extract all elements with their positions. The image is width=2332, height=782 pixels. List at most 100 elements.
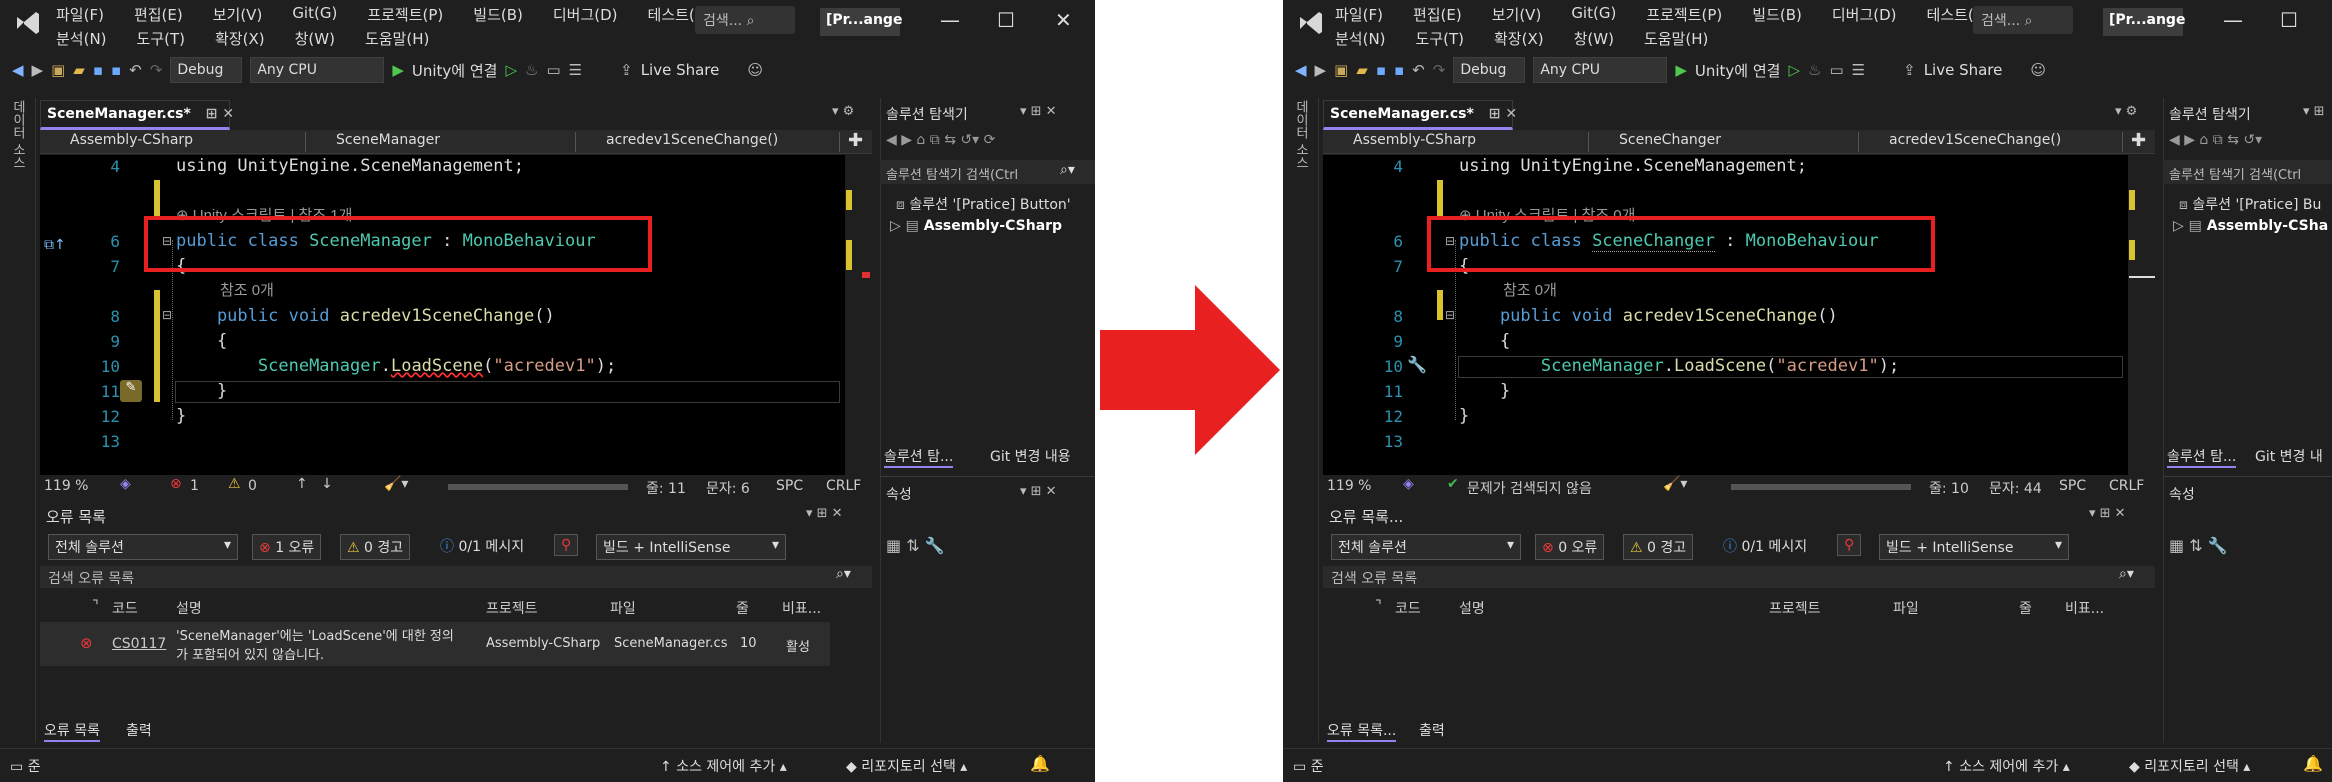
select-repository-button[interactable]: ◆ 리포지토리 선택 ▴ — [846, 756, 967, 776]
class-dropdown[interactable]: SceneManager — [308, 132, 576, 152]
toolbox-icon[interactable]: ▭ — [546, 61, 560, 79]
menu-help[interactable]: 도움말(H) — [365, 28, 429, 49]
tab-overflow-icon[interactable]: ▾ ⚙ — [832, 104, 854, 119]
panel-controls-icon[interactable]: ▾ ⊞ ✕ — [1020, 104, 1057, 119]
start-no-debug-icon[interactable]: ▷ — [505, 61, 517, 79]
error-code-link[interactable]: CS0117 — [112, 636, 166, 652]
quick-action-icon[interactable]: ✎ — [120, 380, 142, 402]
menu-file[interactable]: 파일(F) — [56, 4, 104, 25]
line-ending[interactable]: CRLF — [826, 478, 861, 494]
menu-window[interactable]: 창(W) — [295, 28, 335, 49]
properties-toolbar-icons[interactable]: ▦ ⇅ 🔧 — [886, 536, 945, 555]
share-icon[interactable]: ⇪ — [620, 61, 633, 79]
tree-item-project[interactable]: ▷ ▤ Assembly-CShar — [2173, 218, 2329, 234]
panel-controls-icon[interactable]: ▾ ⊞ ✕ — [806, 506, 843, 521]
error-count-icon[interactable]: ⊗ — [170, 476, 182, 492]
tab-close-icon[interactable]: ✕ — [222, 106, 234, 122]
save-all-icon[interactable]: ▪ — [1394, 61, 1404, 79]
col-description[interactable]: 설명 — [1459, 598, 1485, 618]
codelens-references[interactable]: 참조 0개 — [1503, 279, 1557, 300]
tab-git-changes[interactable]: Git 변경 내 — [2255, 446, 2323, 466]
col-line[interactable]: 줄 — [736, 598, 749, 618]
code-line[interactable]: using UnityEngine.SceneManagement; — [176, 156, 524, 176]
add-to-source-control-button[interactable]: ↑ 소스 제어에 추가 ▴ — [1943, 756, 2070, 776]
messages-filter-button[interactable]: ⓘ 0/1 메시지 — [1723, 536, 1807, 556]
forward-icon[interactable]: ▶ — [32, 61, 44, 79]
cleanup-icon[interactable]: 🧹▾ — [384, 476, 408, 492]
search-icon[interactable]: ⌕▾ — [1060, 162, 1075, 178]
run-target-button[interactable]: Unity에 연결 — [412, 60, 498, 81]
expand-icon[interactable]: ▷ — [890, 218, 901, 234]
code-line[interactable]: { — [176, 331, 227, 351]
maximize-icon[interactable]: ☐ — [2280, 8, 2298, 32]
run-target-button[interactable]: Unity에 연결 — [1695, 60, 1781, 81]
menu-view[interactable]: 보기(V) — [1492, 4, 1542, 25]
hot-reload-icon[interactable]: ♨ — [1808, 61, 1821, 79]
warnings-filter-button[interactable]: ⚠ 0 경고 — [1623, 534, 1694, 560]
col-line[interactable]: 줄 — [2019, 598, 2032, 618]
menu-debug[interactable]: 디버그(D) — [553, 4, 618, 25]
col-description[interactable]: 설명 — [176, 598, 202, 618]
expand-icon[interactable]: ▷ — [2173, 218, 2184, 234]
filter-icon[interactable]: ⚲ — [554, 534, 579, 556]
warning-count-icon[interactable]: ⚠ — [228, 476, 241, 492]
horizontal-scrollbar[interactable] — [448, 484, 628, 490]
tab-output[interactable]: 출력 — [1419, 720, 1445, 740]
split-editor-icon[interactable]: ✚ — [848, 130, 863, 151]
menu-build[interactable]: 빌드(B) — [1752, 4, 1802, 25]
line-ending[interactable]: CRLF — [2109, 478, 2144, 494]
code-line[interactable]: } — [1459, 406, 1469, 426]
menu-window[interactable]: 창(W) — [1574, 28, 1614, 49]
split-editor-icon[interactable]: ✚ — [2131, 130, 2146, 151]
start-no-debug-icon[interactable]: ▷ — [1788, 61, 1800, 79]
config-select[interactable]: Debug — [170, 57, 243, 83]
save-icon[interactable]: ▪ — [93, 61, 103, 79]
col-suppression[interactable]: 비표... — [2065, 598, 2104, 618]
minimize-icon[interactable]: — — [2223, 8, 2243, 32]
back-icon[interactable]: ◀ — [12, 61, 24, 79]
tree-item-solution[interactable]: ⧈ 솔루션 '[Pratice] Bu — [2179, 194, 2329, 214]
menu-build[interactable]: 빌드(B) — [473, 4, 523, 25]
error-search-bar[interactable] — [40, 566, 872, 588]
global-search-input[interactable]: 검색... ⌕ — [695, 6, 795, 34]
col-code[interactable]: 코드 — [112, 598, 138, 618]
col-project[interactable]: 프로젝트 — [486, 598, 538, 618]
tab-error-list[interactable]: 오류 목록... — [1327, 720, 1397, 742]
codelens-references[interactable]: 참조 0개 — [220, 279, 274, 300]
screwdriver-icon[interactable]: 🔧 — [1407, 355, 1427, 374]
warning-count[interactable]: 0 — [248, 478, 257, 494]
undo-icon[interactable]: ↶ — [1412, 61, 1425, 79]
menu-analyze[interactable]: 분석(N) — [56, 28, 107, 49]
tab-git-changes[interactable]: Git 변경 내용 — [990, 446, 1071, 466]
errors-filter-button[interactable]: ⊗ 1 오류 — [252, 534, 322, 560]
menu-view[interactable]: 보기(V) — [213, 4, 263, 25]
document-tab[interactable]: SceneManager.cs* ⊞ ✕ — [1323, 100, 1517, 130]
menu-project[interactable]: 프로젝트(P) — [1646, 4, 1722, 25]
play-icon[interactable]: ▶ — [392, 61, 404, 79]
data-sources-tab[interactable]: 데이터 소스 — [1291, 100, 1310, 169]
indent-mode[interactable]: SPC — [2059, 478, 2086, 494]
method-dropdown[interactable]: acredev1SceneChange() — [1861, 132, 2123, 152]
panel-controls-icon[interactable]: ▾ ⊞ — [2303, 104, 2325, 119]
intellicode-icon[interactable]: ◈ — [120, 476, 131, 492]
error-count[interactable]: 1 — [190, 478, 199, 494]
method-dropdown[interactable]: acredev1SceneChange() — [578, 132, 840, 152]
share-icon[interactable]: ⇪ — [1903, 61, 1916, 79]
undo-icon[interactable]: ↶ — [129, 61, 142, 79]
global-search-input[interactable]: 검색... ⌕ — [1973, 6, 2073, 34]
save-icon[interactable]: ▪ — [1376, 61, 1386, 79]
properties-toolbar-icons[interactable]: ▦ ⇅ 🔧 — [2169, 536, 2228, 555]
code-line[interactable]: SceneManager.LoadScene("acredev1"); — [176, 356, 616, 376]
feedback-icon[interactable]: ☺ — [2030, 61, 2046, 79]
cleanup-icon[interactable]: 🧹▾ — [1663, 476, 1687, 492]
class-dropdown[interactable]: SceneChanger — [1591, 132, 1859, 152]
menu-help[interactable]: 도움말(H) — [1644, 28, 1708, 49]
platform-select[interactable]: Any CPU — [1533, 57, 1668, 83]
code-line[interactable]: public void acredev1SceneChange() — [176, 306, 555, 326]
new-item-icon[interactable]: ▣ — [1334, 61, 1348, 79]
code-line[interactable]: } — [1459, 381, 1510, 401]
minimize-icon[interactable]: — — [940, 8, 960, 32]
maximize-icon[interactable]: ☐ — [997, 8, 1015, 32]
close-icon[interactable]: ✕ — [1055, 8, 1072, 32]
play-icon[interactable]: ▶ — [1675, 61, 1687, 79]
